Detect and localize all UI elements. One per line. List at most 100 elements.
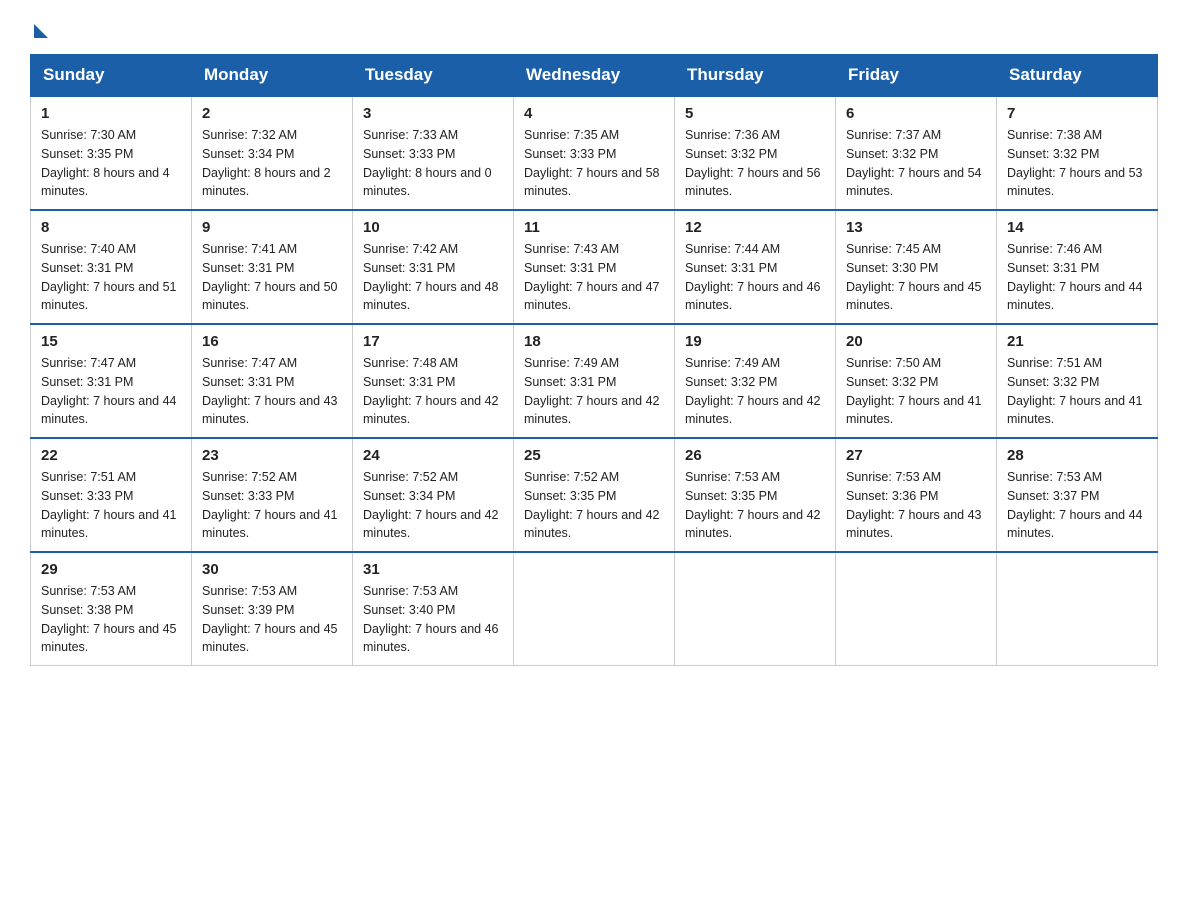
day-info: Sunrise: 7:40 AM Sunset: 3:31 PM Dayligh…	[41, 240, 181, 315]
logo	[30, 20, 48, 36]
calendar-cell: 31 Sunrise: 7:53 AM Sunset: 3:40 PM Dayl…	[353, 552, 514, 666]
day-number: 31	[363, 561, 503, 578]
day-info: Sunrise: 7:53 AM Sunset: 3:40 PM Dayligh…	[363, 582, 503, 657]
day-number: 19	[685, 333, 825, 350]
day-info: Sunrise: 7:45 AM Sunset: 3:30 PM Dayligh…	[846, 240, 986, 315]
day-info: Sunrise: 7:38 AM Sunset: 3:32 PM Dayligh…	[1007, 126, 1147, 201]
calendar-cell	[675, 552, 836, 666]
calendar-cell: 18 Sunrise: 7:49 AM Sunset: 3:31 PM Dayl…	[514, 324, 675, 438]
day-number: 18	[524, 333, 664, 350]
calendar-cell: 5 Sunrise: 7:36 AM Sunset: 3:32 PM Dayli…	[675, 96, 836, 210]
calendar-header-wednesday: Wednesday	[514, 55, 675, 97]
calendar-cell: 21 Sunrise: 7:51 AM Sunset: 3:32 PM Dayl…	[997, 324, 1158, 438]
calendar-cell: 11 Sunrise: 7:43 AM Sunset: 3:31 PM Dayl…	[514, 210, 675, 324]
day-info: Sunrise: 7:37 AM Sunset: 3:32 PM Dayligh…	[846, 126, 986, 201]
day-info: Sunrise: 7:43 AM Sunset: 3:31 PM Dayligh…	[524, 240, 664, 315]
calendar-cell: 20 Sunrise: 7:50 AM Sunset: 3:32 PM Dayl…	[836, 324, 997, 438]
calendar-week-1: 1 Sunrise: 7:30 AM Sunset: 3:35 PM Dayli…	[31, 96, 1158, 210]
day-number: 4	[524, 105, 664, 122]
calendar-table: SundayMondayTuesdayWednesdayThursdayFrid…	[30, 54, 1158, 666]
calendar-cell	[997, 552, 1158, 666]
day-number: 13	[846, 219, 986, 236]
day-number: 10	[363, 219, 503, 236]
calendar-week-4: 22 Sunrise: 7:51 AM Sunset: 3:33 PM Dayl…	[31, 438, 1158, 552]
day-info: Sunrise: 7:50 AM Sunset: 3:32 PM Dayligh…	[846, 354, 986, 429]
day-number: 5	[685, 105, 825, 122]
calendar-cell: 22 Sunrise: 7:51 AM Sunset: 3:33 PM Dayl…	[31, 438, 192, 552]
calendar-cell: 2 Sunrise: 7:32 AM Sunset: 3:34 PM Dayli…	[192, 96, 353, 210]
calendar-header-thursday: Thursday	[675, 55, 836, 97]
calendar-cell: 15 Sunrise: 7:47 AM Sunset: 3:31 PM Dayl…	[31, 324, 192, 438]
calendar-cell	[514, 552, 675, 666]
day-info: Sunrise: 7:47 AM Sunset: 3:31 PM Dayligh…	[202, 354, 342, 429]
page-header	[30, 20, 1158, 36]
day-number: 23	[202, 447, 342, 464]
day-number: 29	[41, 561, 181, 578]
day-number: 20	[846, 333, 986, 350]
day-number: 8	[41, 219, 181, 236]
calendar-header-tuesday: Tuesday	[353, 55, 514, 97]
calendar-cell: 30 Sunrise: 7:53 AM Sunset: 3:39 PM Dayl…	[192, 552, 353, 666]
day-info: Sunrise: 7:51 AM Sunset: 3:33 PM Dayligh…	[41, 468, 181, 543]
day-info: Sunrise: 7:33 AM Sunset: 3:33 PM Dayligh…	[363, 126, 503, 201]
day-number: 21	[1007, 333, 1147, 350]
calendar-header-row: SundayMondayTuesdayWednesdayThursdayFrid…	[31, 55, 1158, 97]
day-number: 15	[41, 333, 181, 350]
day-number: 30	[202, 561, 342, 578]
calendar-cell: 17 Sunrise: 7:48 AM Sunset: 3:31 PM Dayl…	[353, 324, 514, 438]
day-info: Sunrise: 7:46 AM Sunset: 3:31 PM Dayligh…	[1007, 240, 1147, 315]
day-info: Sunrise: 7:53 AM Sunset: 3:37 PM Dayligh…	[1007, 468, 1147, 543]
calendar-cell: 24 Sunrise: 7:52 AM Sunset: 3:34 PM Dayl…	[353, 438, 514, 552]
calendar-cell: 12 Sunrise: 7:44 AM Sunset: 3:31 PM Dayl…	[675, 210, 836, 324]
day-info: Sunrise: 7:47 AM Sunset: 3:31 PM Dayligh…	[41, 354, 181, 429]
day-number: 9	[202, 219, 342, 236]
day-info: Sunrise: 7:44 AM Sunset: 3:31 PM Dayligh…	[685, 240, 825, 315]
day-info: Sunrise: 7:49 AM Sunset: 3:32 PM Dayligh…	[685, 354, 825, 429]
day-number: 2	[202, 105, 342, 122]
calendar-cell: 3 Sunrise: 7:33 AM Sunset: 3:33 PM Dayli…	[353, 96, 514, 210]
day-info: Sunrise: 7:53 AM Sunset: 3:36 PM Dayligh…	[846, 468, 986, 543]
day-info: Sunrise: 7:49 AM Sunset: 3:31 PM Dayligh…	[524, 354, 664, 429]
calendar-header-monday: Monday	[192, 55, 353, 97]
day-number: 27	[846, 447, 986, 464]
calendar-cell: 8 Sunrise: 7:40 AM Sunset: 3:31 PM Dayli…	[31, 210, 192, 324]
day-info: Sunrise: 7:52 AM Sunset: 3:34 PM Dayligh…	[363, 468, 503, 543]
calendar-cell	[836, 552, 997, 666]
day-number: 7	[1007, 105, 1147, 122]
calendar-week-3: 15 Sunrise: 7:47 AM Sunset: 3:31 PM Dayl…	[31, 324, 1158, 438]
day-number: 12	[685, 219, 825, 236]
day-number: 3	[363, 105, 503, 122]
calendar-cell: 19 Sunrise: 7:49 AM Sunset: 3:32 PM Dayl…	[675, 324, 836, 438]
day-info: Sunrise: 7:53 AM Sunset: 3:39 PM Dayligh…	[202, 582, 342, 657]
logo-arrow-icon	[34, 24, 48, 38]
day-info: Sunrise: 7:48 AM Sunset: 3:31 PM Dayligh…	[363, 354, 503, 429]
day-number: 11	[524, 219, 664, 236]
day-number: 22	[41, 447, 181, 464]
day-number: 1	[41, 105, 181, 122]
day-info: Sunrise: 7:32 AM Sunset: 3:34 PM Dayligh…	[202, 126, 342, 201]
day-number: 26	[685, 447, 825, 464]
calendar-cell: 25 Sunrise: 7:52 AM Sunset: 3:35 PM Dayl…	[514, 438, 675, 552]
calendar-cell: 1 Sunrise: 7:30 AM Sunset: 3:35 PM Dayli…	[31, 96, 192, 210]
calendar-cell: 13 Sunrise: 7:45 AM Sunset: 3:30 PM Dayl…	[836, 210, 997, 324]
calendar-header-sunday: Sunday	[31, 55, 192, 97]
day-info: Sunrise: 7:51 AM Sunset: 3:32 PM Dayligh…	[1007, 354, 1147, 429]
calendar-week-5: 29 Sunrise: 7:53 AM Sunset: 3:38 PM Dayl…	[31, 552, 1158, 666]
day-number: 16	[202, 333, 342, 350]
day-info: Sunrise: 7:53 AM Sunset: 3:38 PM Dayligh…	[41, 582, 181, 657]
calendar-cell: 23 Sunrise: 7:52 AM Sunset: 3:33 PM Dayl…	[192, 438, 353, 552]
calendar-cell: 27 Sunrise: 7:53 AM Sunset: 3:36 PM Dayl…	[836, 438, 997, 552]
day-number: 17	[363, 333, 503, 350]
calendar-header-friday: Friday	[836, 55, 997, 97]
calendar-header-saturday: Saturday	[997, 55, 1158, 97]
day-info: Sunrise: 7:52 AM Sunset: 3:33 PM Dayligh…	[202, 468, 342, 543]
day-info: Sunrise: 7:42 AM Sunset: 3:31 PM Dayligh…	[363, 240, 503, 315]
day-info: Sunrise: 7:36 AM Sunset: 3:32 PM Dayligh…	[685, 126, 825, 201]
calendar-week-2: 8 Sunrise: 7:40 AM Sunset: 3:31 PM Dayli…	[31, 210, 1158, 324]
calendar-cell: 7 Sunrise: 7:38 AM Sunset: 3:32 PM Dayli…	[997, 96, 1158, 210]
day-info: Sunrise: 7:35 AM Sunset: 3:33 PM Dayligh…	[524, 126, 664, 201]
calendar-cell: 28 Sunrise: 7:53 AM Sunset: 3:37 PM Dayl…	[997, 438, 1158, 552]
calendar-cell: 16 Sunrise: 7:47 AM Sunset: 3:31 PM Dayl…	[192, 324, 353, 438]
day-number: 6	[846, 105, 986, 122]
day-info: Sunrise: 7:30 AM Sunset: 3:35 PM Dayligh…	[41, 126, 181, 201]
